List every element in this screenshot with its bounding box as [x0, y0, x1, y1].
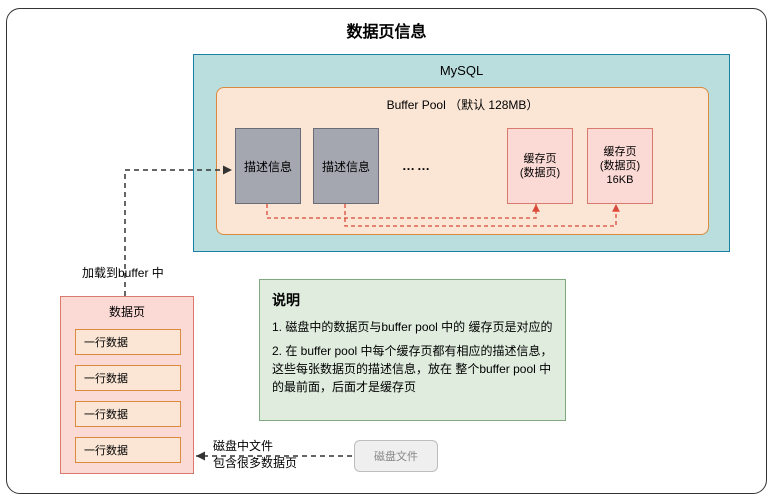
diagram-title: 数据页信息 — [0, 18, 773, 42]
cache-page-2: 缓存页 (数据页) 16KB — [587, 128, 653, 204]
cache-page-1: 缓存页 (数据页) — [507, 128, 573, 204]
ellipsis: …… — [402, 158, 432, 173]
explanation-line-2: 2. 在 buffer pool 中每个缓存页都有相应的描述信息，这些每张数据页… — [272, 342, 553, 396]
data-row: 一行数据 — [75, 329, 181, 355]
explanation-line-1: 1. 磁盘中的数据页与buffer pool 中的 缓存页是对应的 — [272, 318, 553, 336]
data-page-label: 数据页 — [61, 303, 193, 320]
mysql-container: MySQL Buffer Pool （默认 128MB） 描述信息 描述信息 …… — [193, 54, 730, 252]
descriptor-block-1: 描述信息 — [235, 128, 301, 204]
data-row: 一行数据 — [75, 365, 181, 391]
load-arrow-label: 加载到buffer 中 — [82, 264, 164, 281]
mysql-label: MySQL — [194, 63, 729, 78]
explanation-title: 说明 — [272, 290, 553, 310]
buffer-pool-label: Buffer Pool （默认 128MB） — [217, 96, 708, 113]
explanation-panel: 说明 1. 磁盘中的数据页与buffer pool 中的 缓存页是对应的 2. … — [259, 279, 566, 421]
buffer-pool-container: Buffer Pool （默认 128MB） 描述信息 描述信息 …… 缓存页 … — [216, 87, 709, 235]
disk-file-block: 磁盘文件 — [354, 440, 438, 472]
data-row: 一行数据 — [75, 401, 181, 427]
disk-arrow-label: 磁盘中文件 包含很多数据页 — [213, 438, 297, 472]
descriptor-block-2: 描述信息 — [313, 128, 379, 204]
data-row: 一行数据 — [75, 437, 181, 463]
data-page-container: 数据页 一行数据 一行数据 一行数据 一行数据 — [60, 296, 194, 474]
